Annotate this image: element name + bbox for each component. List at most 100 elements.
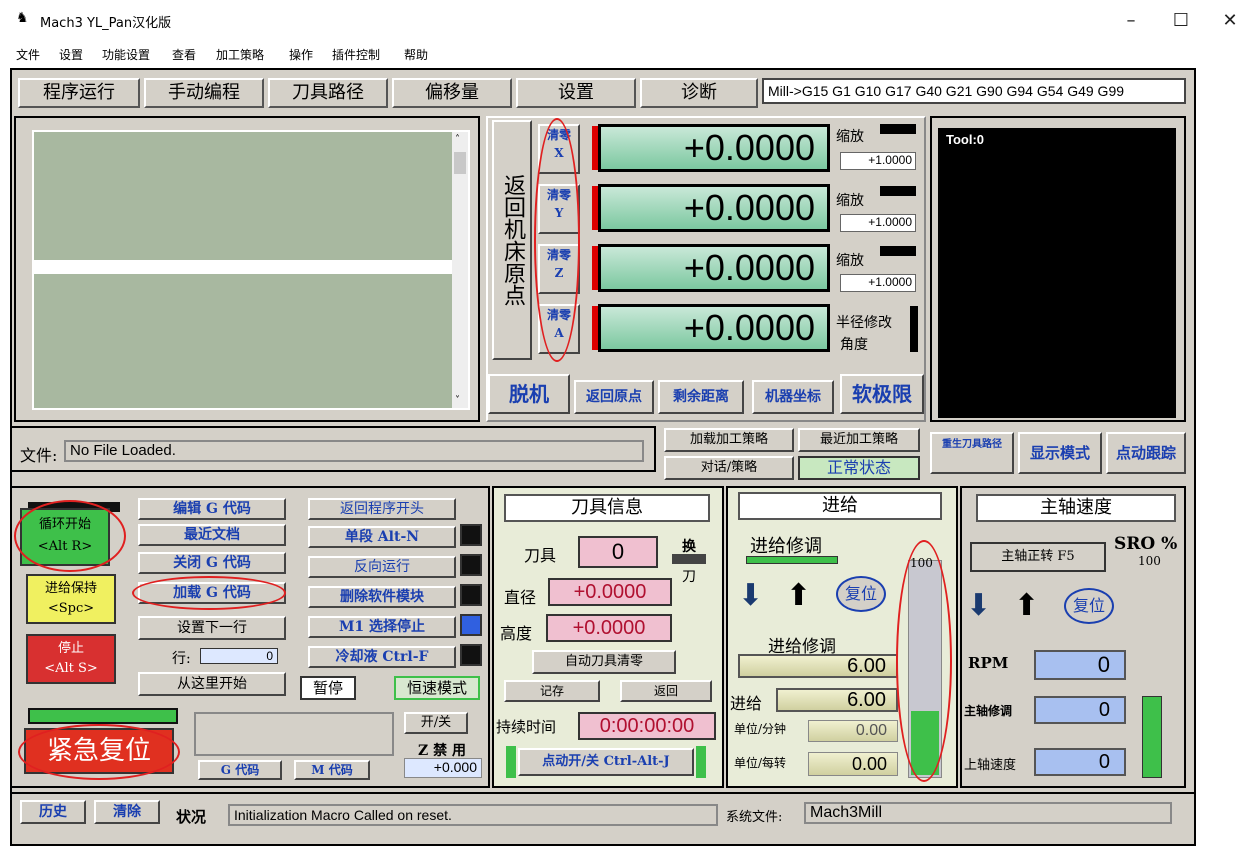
feed-reset-button[interactable]: 复位 [836,576,886,612]
feed-hold-key: <Spc> [47,601,95,616]
block-delete-led [460,584,482,606]
conversational-button[interactable]: 对话/策略 [664,456,794,480]
return-button[interactable]: 返回 [620,680,712,702]
tool-number[interactable]: 0 [578,536,658,568]
gcodes-button[interactable]: G 代码 [198,760,282,780]
spindle-down-icon[interactable]: ⬇ [966,588,991,623]
sro-value: 100 [1138,554,1161,568]
z-inhibit-value[interactable]: +0.000 [404,758,482,778]
feed-rate-value[interactable]: 6.00 [776,688,898,712]
spindle-slider[interactable] [1142,696,1162,778]
soft-limits-button[interactable]: 软极限 [840,374,924,414]
feed-override-led [746,556,838,564]
jog-toggle-button[interactable]: 点动开/关 Ctrl-Alt-J [518,748,694,776]
spindle-override-value[interactable]: 0 [1034,696,1126,724]
menu-operator[interactable]: 操作 [289,46,313,63]
app-icon: ♞ [16,10,29,26]
optional-stop-button[interactable]: M1 选择停止 [308,616,456,638]
gcode-listbox[interactable]: ˄ ˅ [32,130,470,410]
scrollbar-thumb[interactable] [454,152,466,174]
jog-led-right [696,746,706,778]
last-wizard-button[interactable]: 最近加工策略 [798,428,920,452]
feed-title: 进给 [738,492,942,520]
units-per-min-label: 单位/分钟 [734,722,787,736]
remember-button[interactable]: 记存 [504,680,600,702]
set-next-line-button[interactable]: 设置下一行 [138,616,286,640]
reverse-run-button[interactable]: 反向运行 [308,556,456,578]
rewind-button[interactable]: 返回程序开头 [308,498,456,520]
y-dro[interactable]: +0.0000 [598,184,830,232]
ref-all-home-button[interactable]: 返回机床原点 [492,120,532,360]
history-button[interactable]: 历史 [20,800,86,824]
dist-to-go-button[interactable]: 剩余距离 [658,380,744,414]
z-dro[interactable]: +0.0000 [598,244,830,292]
display-mode-button[interactable]: 显示模式 [1018,432,1102,474]
minimize-icon[interactable]: – [1116,8,1146,34]
tab-diagnostics[interactable]: 诊断 [640,78,758,108]
menu-help[interactable]: 帮助 [404,46,428,63]
edit-gcode-button[interactable]: 编辑 G 代码 [138,498,286,520]
y-scale-value[interactable]: +1.0000 [840,214,916,232]
close-icon[interactable]: ✕ [1215,8,1245,34]
goto-zero-button[interactable]: 返回原点 [574,380,654,414]
units-per-min-value: 0.00 [808,720,898,742]
line-label: 行: [172,651,191,667]
line-number-field[interactable]: 0 [200,648,278,664]
close-gcode-button[interactable]: 关闭 G 代码 [138,552,286,574]
tab-settings[interactable]: 设置 [516,78,636,108]
scrollbar[interactable]: ˄ ˅ [452,132,468,408]
clear-button[interactable]: 清除 [94,800,160,824]
x-scale-value[interactable]: +1.0000 [840,152,916,170]
block-delete-button[interactable]: 删除软件模块 [308,586,456,608]
sro-label: SRO % [1114,534,1178,554]
tab-program-run[interactable]: 程序运行 [18,78,140,108]
status-message: Initialization Macro Called on reset. [228,804,718,826]
menu-config[interactable]: 设置 [59,46,83,63]
tool-change-led [672,554,706,564]
tool-info-title: 刀具信息 [504,494,710,522]
auto-tool-zero-button[interactable]: 自动刀具清零 [532,650,676,674]
coolant-button[interactable]: 冷却液 Ctrl-F [308,646,456,668]
load-wizards-button[interactable]: 加载加工策略 [664,428,794,452]
window-title: Mach3 YL_Pan汉化版 [40,16,172,31]
menu-function-config[interactable]: 功能设置 [102,46,150,63]
menu-wizard[interactable]: 加工策略 [216,46,264,63]
spindle-up-icon[interactable]: ⬆ [1014,588,1039,623]
menu-file[interactable]: 文件 [16,46,40,63]
run-from-here-button[interactable]: 从这里开始 [138,672,286,696]
tab-toolpath[interactable]: 刀具路径 [268,78,388,108]
scroll-up-icon[interactable]: ˄ [455,134,460,145]
spindle-speed-value[interactable]: 0 [1034,748,1126,776]
a-dro[interactable]: +0.0000 [598,304,830,352]
mcodes-button[interactable]: M 代码 [294,760,370,780]
tab-mdi[interactable]: 手动编程 [144,78,264,108]
maximize-icon[interactable]: ☐ [1166,8,1196,34]
stop-button[interactable]: 停止 <Alt S> [26,634,116,684]
scroll-down-icon[interactable]: ˅ [455,395,460,406]
spindle-cw-button[interactable]: 主轴正转 F5 [970,542,1106,572]
z-inhibit-toggle[interactable]: 开/关 [404,712,468,734]
recent-file-button[interactable]: 最近文档 [138,524,286,546]
annotation-circle-zero [534,118,580,362]
z-scale-value[interactable]: +1.0000 [840,274,916,292]
regen-toolpath-button[interactable]: 重生刀具路径 [930,432,1014,474]
height-value[interactable]: +0.0000 [546,614,672,642]
feed-up-icon[interactable]: ⬆ [786,578,811,613]
stop-key: <Alt S> [44,661,98,676]
feed-down-icon[interactable]: ⬇ [738,578,763,613]
jog-follow-button[interactable]: 点动跟踪 [1106,432,1186,474]
feed-override-label: 进给修调 [750,536,822,557]
pause-indicator: 暂停 [300,676,356,700]
single-block-button[interactable]: 单段 Alt-N [308,526,456,548]
y-scale-led [880,186,916,196]
menu-plugins[interactable]: 插件控制 [332,46,380,63]
diameter-value[interactable]: +0.0000 [548,578,672,606]
feed-hold-button[interactable]: 进给保持 <Spc> [26,574,116,624]
feed-override-value[interactable]: 6.00 [738,654,898,678]
menu-view[interactable]: 查看 [172,46,196,63]
tab-offsets[interactable]: 偏移量 [392,78,512,108]
offline-button[interactable]: 脱机 [488,374,570,414]
spindle-reset-button[interactable]: 复位 [1064,588,1114,624]
machine-coords-button[interactable]: 机器坐标 [752,380,834,414]
x-dro[interactable]: +0.0000 [598,124,830,172]
